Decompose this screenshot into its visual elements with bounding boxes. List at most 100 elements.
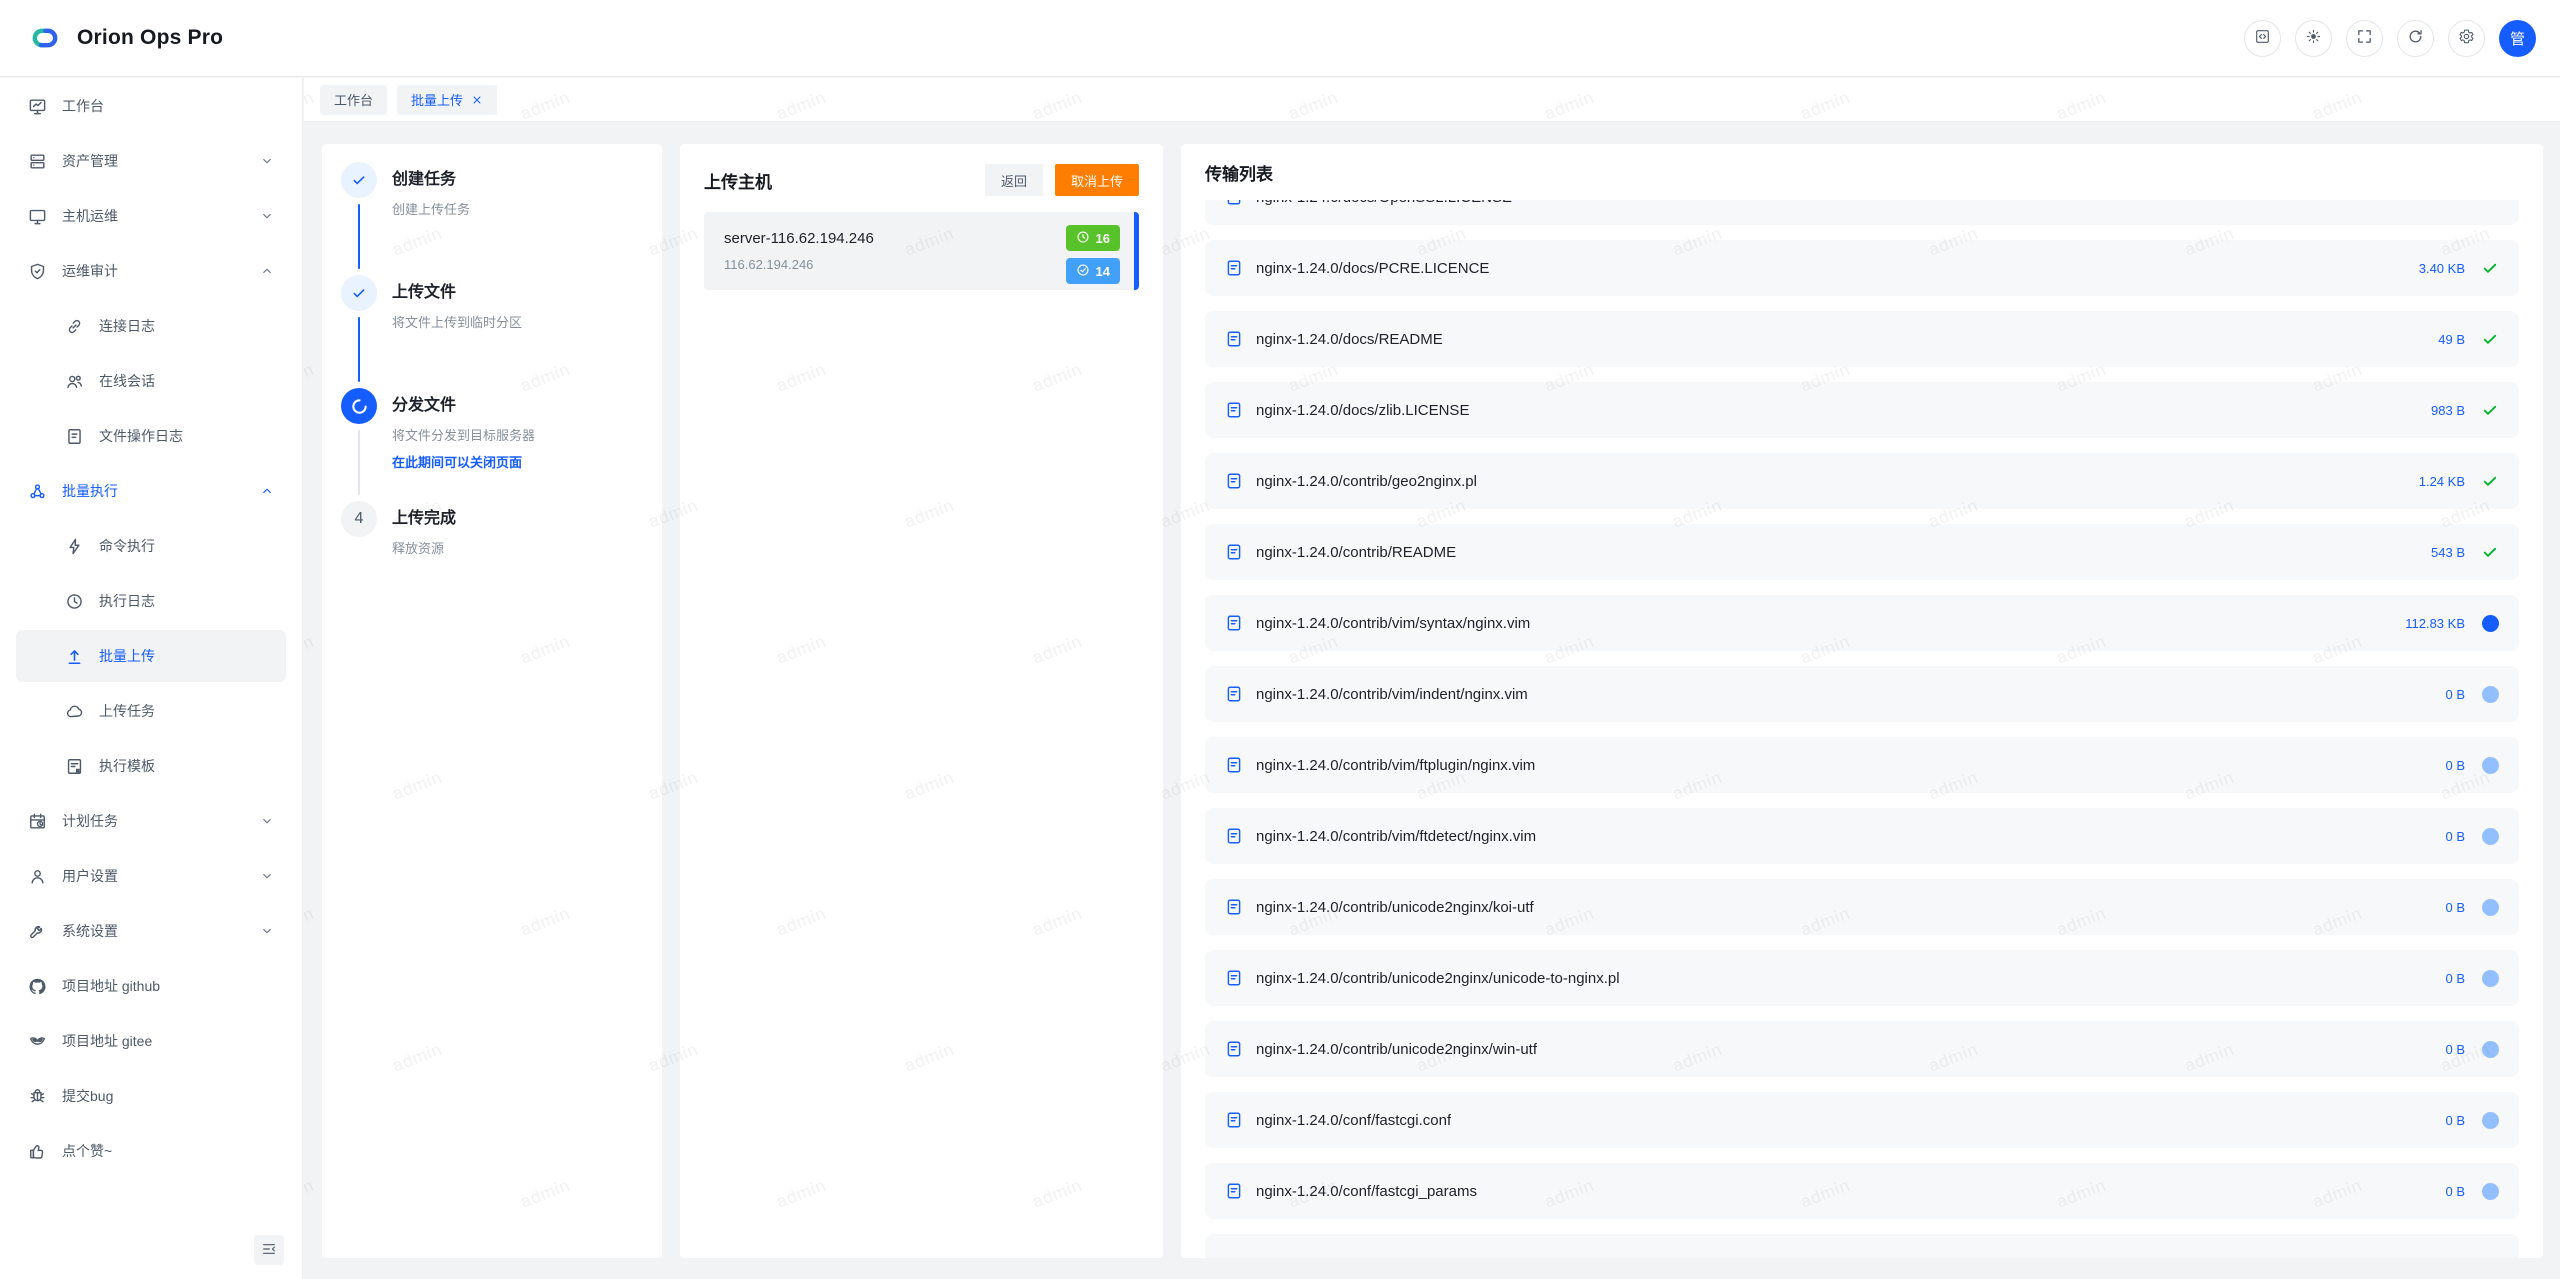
tab-label: 批量上传 bbox=[411, 90, 463, 109]
sidebar-item-label: 项目地址 gitee bbox=[62, 1031, 152, 1051]
done-count: 14 bbox=[1096, 264, 1110, 279]
host-card[interactable]: server-116.62.194.246 116.62.194.246 16 … bbox=[704, 212, 1139, 290]
file-row: nginx-1.24.0/docs/PCRE.LICENCE 3.40 KB bbox=[1205, 240, 2519, 296]
like-icon bbox=[28, 1142, 47, 1161]
assets-icon bbox=[28, 152, 47, 171]
file-row bbox=[1205, 1234, 2519, 1258]
file-size: 112.83 KB bbox=[2405, 616, 2465, 631]
calendar-icon bbox=[28, 812, 47, 831]
sidebar-item-label: 项目地址 github bbox=[62, 976, 160, 996]
step-item: 4上传完成释放资源 bbox=[341, 501, 642, 559]
sidebar-item-label: 计划任务 bbox=[62, 811, 118, 831]
sidebar-item[interactable]: 资产管理 bbox=[16, 135, 286, 187]
status-uploading-icon bbox=[2481, 614, 2499, 632]
github-icon bbox=[28, 977, 47, 996]
code-square-button[interactable] bbox=[2244, 20, 2281, 57]
status-pending-icon bbox=[2481, 685, 2499, 703]
file-row: nginx-1.24.0/contrib/unicode2nginx/koi-u… bbox=[1205, 879, 2519, 935]
file-name: nginx-1.24.0/conf/fastcgi.conf bbox=[1256, 1112, 1451, 1129]
file-name: nginx-1.24.0/contrib/unicode2nginx/win-u… bbox=[1256, 1041, 1537, 1058]
sidebar-item[interactable]: 批量执行 bbox=[16, 465, 286, 517]
upload-host-actions: 返回 取消上传 bbox=[985, 164, 1139, 196]
settings-button[interactable] bbox=[2448, 20, 2485, 57]
file-size: 0 B bbox=[2445, 829, 2465, 844]
status-pending-icon bbox=[2481, 1182, 2499, 1200]
back-button[interactable]: 返回 bbox=[985, 164, 1043, 196]
sidebar-item[interactable]: 在线会话 bbox=[16, 355, 286, 407]
file-name: nginx-1.24.0/docs/README bbox=[1256, 331, 1443, 348]
tab-bar: 工作台 批量上传 bbox=[304, 78, 2560, 122]
step-item: 分发文件将文件分发到目标服务器在此期间可以关闭页面 bbox=[341, 388, 642, 501]
file-size: 3.40 KB bbox=[2419, 261, 2465, 276]
step-item: 上传文件将文件上传到临时分区 bbox=[341, 275, 642, 388]
app-title: Orion Ops Pro bbox=[77, 26, 223, 50]
cancel-upload-button[interactable]: 取消上传 bbox=[1055, 164, 1139, 196]
sidebar-item[interactable]: 主机运维 bbox=[16, 190, 286, 242]
header-actions: 管 bbox=[2244, 20, 2536, 57]
sidebar-item[interactable]: 系统设置 bbox=[16, 905, 286, 957]
file-size: 1.24 KB bbox=[2419, 474, 2465, 489]
file-name: nginx-1.24.0/docs/PCRE.LICENCE bbox=[1256, 260, 1489, 277]
sidebar-item[interactable]: 命令执行 bbox=[16, 520, 286, 572]
transfer-header: 传输列表 bbox=[1181, 144, 2543, 185]
brightness-button[interactable] bbox=[2295, 20, 2332, 57]
settings-icon bbox=[2458, 28, 2475, 48]
sidebar-item[interactable]: 文件操作日志 bbox=[16, 410, 286, 462]
sidebar-item[interactable]: 执行模板 bbox=[16, 740, 286, 792]
chevron-down-icon bbox=[260, 154, 274, 168]
sidebar-item[interactable]: 执行日志 bbox=[16, 575, 286, 627]
thunder-icon bbox=[65, 537, 84, 556]
sidebar-item-label: 批量执行 bbox=[62, 481, 118, 501]
user-avatar[interactable]: 管 bbox=[2499, 20, 2536, 57]
file-name: nginx-1.24.0/contrib/README bbox=[1256, 544, 1456, 561]
sidebar-item-label: 执行模板 bbox=[99, 756, 155, 776]
steps-panel: 创建任务创建上传任务上传文件将文件上传到临时分区分发文件将文件分发到目标服务器在… bbox=[322, 144, 662, 1258]
close-icon[interactable] bbox=[471, 94, 483, 106]
sidebar-item-label: 工作台 bbox=[62, 96, 104, 116]
sidebar-item[interactable]: 工作台 bbox=[16, 80, 286, 132]
sidebar-item[interactable]: 批量上传 bbox=[16, 630, 286, 682]
sidebar: 工作台资产管理主机运维运维审计连接日志在线会话文件操作日志批量执行命令执行执行日… bbox=[0, 78, 303, 1279]
collapse-sidebar-button[interactable] bbox=[254, 1235, 284, 1265]
users-icon bbox=[65, 372, 84, 391]
file-icon bbox=[1225, 685, 1243, 703]
file-icon bbox=[1225, 472, 1243, 490]
dashboard-icon bbox=[28, 97, 47, 116]
code-square-icon bbox=[2254, 28, 2271, 48]
file-name: nginx-1.24.0/docs/OpenSSL.LICENSE bbox=[1256, 200, 1512, 206]
status-pending-icon bbox=[2481, 1111, 2499, 1129]
file-size: 0 B bbox=[2445, 758, 2465, 773]
file-icon bbox=[1225, 543, 1243, 561]
file-name: nginx-1.24.0/contrib/unicode2nginx/koi-u… bbox=[1256, 899, 1534, 916]
sidebar-item-label: 批量上传 bbox=[99, 646, 155, 666]
transfer-file-list[interactable]: nginx-1.24.0/docs/OpenSSL.LICENSE nginx-1… bbox=[1205, 200, 2519, 1258]
sidebar-menu: 工作台资产管理主机运维运维审计连接日志在线会话文件操作日志批量执行命令执行执行日… bbox=[16, 80, 286, 1235]
sidebar-item[interactable]: 运维审计 bbox=[16, 245, 286, 297]
file-icon bbox=[1225, 1040, 1243, 1058]
sidebar-item[interactable]: 点个赞~ bbox=[16, 1125, 286, 1177]
tab-2[interactable]: 批量上传 bbox=[397, 85, 497, 115]
sidebar-item[interactable]: 提交bug bbox=[16, 1070, 286, 1122]
step-desc: 将文件上传到临时分区 bbox=[392, 313, 522, 333]
file-icon bbox=[1225, 200, 1243, 206]
step-item: 创建任务创建上传任务 bbox=[341, 162, 642, 275]
tab-1[interactable]: 工作台 bbox=[320, 85, 387, 115]
sidebar-item[interactable]: 项目地址 gitee bbox=[16, 1015, 286, 1067]
cluster-icon bbox=[28, 482, 47, 501]
fullscreen-button[interactable] bbox=[2346, 20, 2383, 57]
cloud-icon bbox=[65, 702, 84, 721]
sidebar-item-label: 连接日志 bbox=[99, 316, 155, 336]
sidebar-item[interactable]: 连接日志 bbox=[16, 300, 286, 352]
step-desc: 释放资源 bbox=[392, 539, 456, 559]
refresh-button[interactable] bbox=[2397, 20, 2434, 57]
shield-icon bbox=[28, 262, 47, 281]
step-connector bbox=[358, 317, 360, 382]
file-row: nginx-1.24.0/conf/fastcgi.conf0 B bbox=[1205, 1092, 2519, 1148]
sidebar-item[interactable]: 用户设置 bbox=[16, 850, 286, 902]
sidebar-item[interactable]: 上传任务 bbox=[16, 685, 286, 737]
host-icon bbox=[28, 207, 47, 226]
sidebar-item[interactable]: 计划任务 bbox=[16, 795, 286, 847]
sidebar-item[interactable]: 项目地址 github bbox=[16, 960, 286, 1012]
status-pending-icon bbox=[2481, 969, 2499, 987]
chevron-up-icon bbox=[260, 264, 274, 278]
